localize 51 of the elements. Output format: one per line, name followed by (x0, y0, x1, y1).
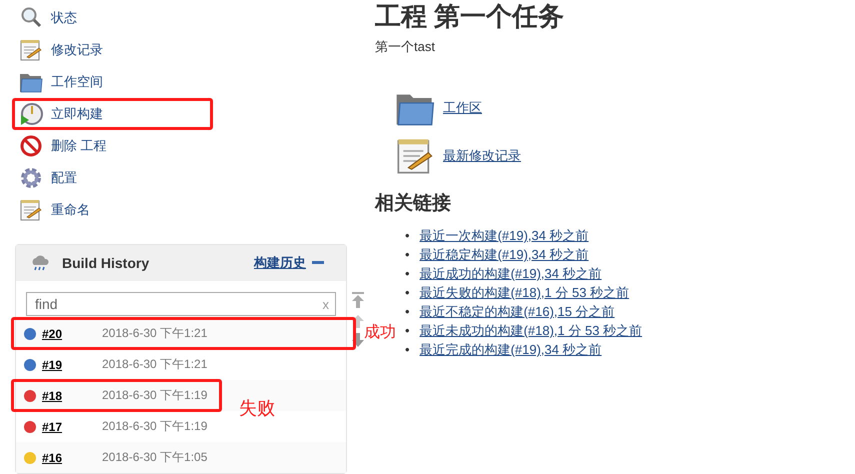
scroll-up-icon[interactable] (352, 312, 364, 328)
task-link[interactable]: 配置 (12, 162, 213, 194)
list-bullet: • (405, 284, 410, 302)
build-link[interactable]: #20 (42, 326, 102, 340)
task-link[interactable]: 工作空间 (12, 66, 213, 98)
shortcut-link[interactable]: 最新修改记录 (443, 147, 521, 165)
related-link[interactable]: 最近完成的构建(#19),34 秒之前 (420, 340, 602, 359)
related-link[interactable]: 最近未成功的构建(#18),1 分 53 秒之前 (420, 321, 642, 340)
task-link[interactable]: 立即构建 (12, 98, 213, 130)
notepad-pencil-icon (19, 198, 43, 222)
build-time: 2018-6-30 下午1:21 (102, 325, 208, 342)
minus-icon (312, 261, 324, 265)
build-link[interactable]: #19 (42, 358, 102, 372)
annotation-note: 失败 (239, 397, 275, 420)
related-link[interactable]: 最近失败的构建(#18),1 分 53 秒之前 (420, 283, 630, 302)
notepad-pencil-icon (19, 38, 43, 62)
related-link[interactable]: 最近稳定构建(#19),34 秒之前 (420, 245, 589, 264)
clock-play-icon (19, 102, 43, 126)
panel-title: Build History (62, 255, 150, 271)
task-link[interactable]: 删除 工程 (12, 130, 213, 162)
annotation-note: 成功 (364, 322, 396, 343)
scroll-down-icon[interactable] (352, 332, 364, 348)
cloud-rain-icon (30, 254, 50, 272)
list-bullet: • (405, 322, 410, 340)
forbidden-icon (19, 134, 43, 158)
build-link[interactable]: #18 (42, 388, 102, 402)
list-bullet: • (405, 227, 410, 245)
build-link[interactable]: #16 (42, 450, 102, 464)
related-link[interactable]: 最近不稳定的构建(#16),15 分之前 (420, 302, 615, 321)
scroll-top-icon[interactable] (352, 292, 364, 308)
build-time: 2018-6-30 下午1:19 (102, 418, 208, 435)
list-bullet: • (405, 303, 410, 321)
list-bullet: • (405, 265, 410, 283)
section-heading: 相关链接 (375, 192, 452, 216)
trend-link[interactable]: 构建历史 (254, 254, 324, 272)
build-time: 2018-6-30 下午1:19 (102, 387, 208, 404)
build-link[interactable]: #17 (42, 420, 102, 434)
build-time: 2018-6-30 下午1:05 (102, 449, 208, 466)
task-link[interactable]: 修改记录 (12, 34, 213, 66)
gear-icon (19, 166, 43, 190)
search-icon (19, 6, 43, 30)
related-link[interactable]: 最近成功的构建(#19),34 秒之前 (420, 264, 602, 283)
task-link[interactable]: 重命名 (12, 194, 213, 226)
shortcut-link[interactable]: 工作区 (443, 99, 482, 117)
project-title: 工程 第一个任务 (375, 0, 566, 32)
list-bullet: • (405, 246, 410, 264)
list-bullet: • (405, 341, 410, 359)
project-description: 第一个tast (375, 38, 436, 56)
build-time: 2018-6-30 下午1:21 (102, 356, 208, 373)
related-link[interactable]: 最近一次构建(#19),34 秒之前 (420, 226, 589, 245)
task-link[interactable]: 状态 (12, 2, 213, 34)
